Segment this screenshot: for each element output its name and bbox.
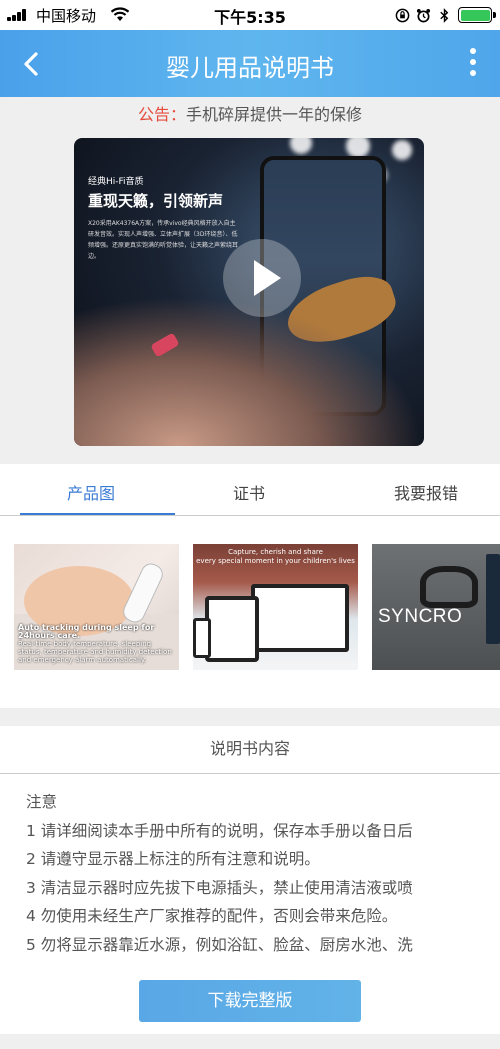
thumb-caption-text: Real-time body temperature, sleeping sta… bbox=[18, 640, 172, 664]
more-vertical-icon[interactable] bbox=[468, 48, 478, 80]
tab-product-images[interactable]: 产品图 bbox=[67, 480, 115, 504]
thumb-header-1: Capture, cherish and share bbox=[228, 548, 323, 556]
nav-bar: 婴儿用品说明书 bbox=[0, 30, 500, 97]
announcement-text: 手机碎屏提供一年的保修 bbox=[186, 105, 363, 124]
active-tab-indicator bbox=[20, 513, 175, 515]
manual-content: 注意 1 请详细阅读本手册中所有的说明，保存本手册以备日后 2 请遵守显示器上标… bbox=[26, 788, 496, 959]
download-full-button[interactable]: 下载完整版 bbox=[139, 980, 361, 1022]
battery-icon bbox=[458, 7, 496, 23]
announcement-label: 公告： bbox=[137, 105, 186, 124]
manual-line: 1 请详细阅读本手册中所有的说明，保存本手册以备日后 bbox=[26, 821, 413, 840]
page-title: 婴儿用品说明书 bbox=[166, 54, 334, 82]
manual-line: 4 勿使用未经生产厂家推荐的配件，否则会带来危险。 bbox=[26, 907, 398, 925]
product-video[interactable]: 经典Hi-Fi音质 重现天籁，引领新声 X20采用AK4376A方案，传承viv… bbox=[74, 138, 424, 446]
thumb-header-2: every special moment in your children's … bbox=[196, 557, 355, 565]
alarm-icon bbox=[416, 8, 431, 22]
thumb-syncro-label: SYNCRO bbox=[378, 606, 463, 627]
rotation-lock-icon bbox=[395, 8, 410, 22]
play-icon bbox=[254, 260, 281, 296]
manual-line: 5 勿将显示器靠近水源，例如浴缸、脸盆、厨房水池、洗 bbox=[26, 935, 413, 954]
product-image-baby-monitor[interactable]: Auto tracking during sleep for 24hours c… bbox=[14, 544, 179, 670]
manual-section: 说明书内容 注意 1 请详细阅读本手册中所有的说明，保存本手册以备日后 2 请遵… bbox=[0, 726, 500, 1034]
manual-line: 2 请遵守显示器上标注的所有注意和说明。 bbox=[26, 850, 320, 868]
play-button[interactable] bbox=[223, 239, 301, 317]
crowd-hands-image bbox=[74, 296, 424, 446]
product-image-devices[interactable]: Capture, cherish and share every special… bbox=[193, 544, 358, 670]
product-gallery: Auto tracking during sleep for 24hours c… bbox=[0, 516, 500, 708]
tab-report-error[interactable]: 我要报错 bbox=[394, 480, 458, 504]
tab-certificate[interactable]: 证书 bbox=[233, 480, 265, 504]
video-description: X20采用AK4376A方案，传承vivo经典风格开放入自主研发音效。实现人声增… bbox=[88, 220, 239, 260]
video-brand: 经典Hi-Fi音质 bbox=[88, 177, 144, 187]
manual-title: 说明书内容 bbox=[0, 726, 500, 774]
bluetooth-icon bbox=[440, 7, 449, 23]
manual-line: 注意 bbox=[26, 793, 58, 811]
thumb-caption-title: Auto tracking during sleep for 24hours c… bbox=[18, 623, 155, 640]
manual-line: 3 清洁显示器时应先拔下电源插头，禁止使用清洁液或喷 bbox=[26, 878, 413, 897]
status-bar: 中国移动 下午5:35 bbox=[0, 0, 500, 30]
tab-bar: 产品图 证书 我要报错 bbox=[0, 464, 500, 516]
announcement-bar: 公告：手机碎屏提供一年的保修 bbox=[0, 97, 500, 135]
product-image-syncro[interactable]: SYNCRO bbox=[372, 544, 500, 670]
video-headline: 重现天籁，引领新声 bbox=[88, 192, 224, 210]
